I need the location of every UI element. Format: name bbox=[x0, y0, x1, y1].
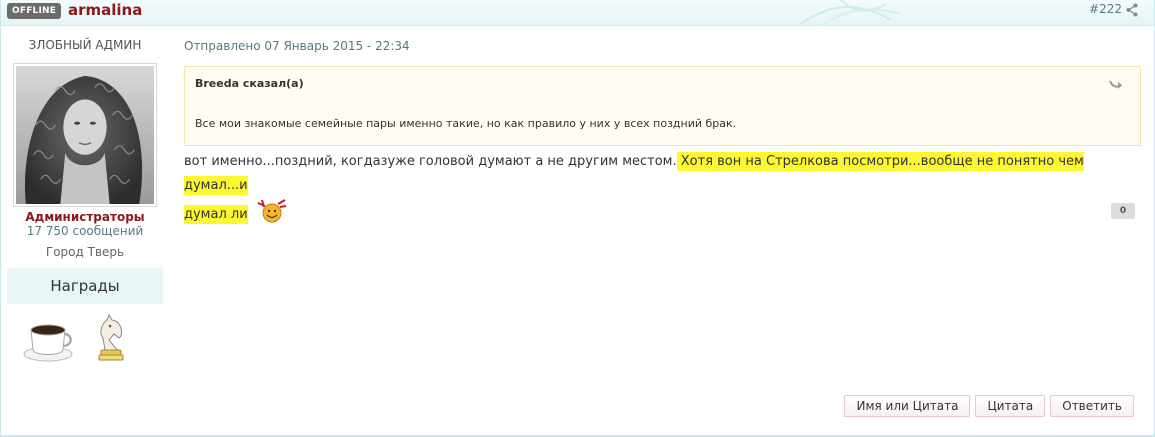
post-body: вот именно...поздний, когдазуже головой … bbox=[184, 150, 1141, 227]
view-quote-icon[interactable] bbox=[1108, 77, 1124, 91]
quote-block: Breeda сказал(а) Все мои знакомые семейн… bbox=[184, 66, 1141, 146]
post-count: 17 750 сообщений bbox=[26, 224, 144, 238]
post-actions: Имя или Цитата Цитата Ответить bbox=[839, 395, 1134, 417]
highlighted-text: думал ли bbox=[184, 205, 248, 224]
author-sidebar: ЗЛОБНЫЙ АДМИН Администраторы 17 750 сооб… bbox=[7, 36, 163, 372]
avatar[interactable] bbox=[13, 63, 157, 207]
user-group: Администраторы bbox=[25, 210, 145, 224]
quote-button[interactable]: Цитата bbox=[975, 395, 1046, 417]
chess-knight-icon[interactable] bbox=[95, 312, 127, 362]
username-link[interactable]: armalina bbox=[68, 0, 142, 20]
status-badge: OFFLINE bbox=[7, 3, 62, 19]
reply-button[interactable]: Ответить bbox=[1050, 395, 1134, 417]
coffee-cup-icon[interactable] bbox=[23, 316, 75, 362]
smiley-emoticon-icon bbox=[257, 199, 286, 223]
forum-post: OFFLINE armalina #222 ЗЛОБНЫЙ АДМИН Адми… bbox=[0, 0, 1155, 437]
quote-text: Все мои знакомые семейные пары именно та… bbox=[195, 117, 737, 130]
post-date: Отправлено 07 Январь 2015 - 22:34 bbox=[184, 39, 410, 53]
awards-list bbox=[7, 312, 163, 372]
user-city: Город Тверь bbox=[45, 245, 125, 259]
header-decoration bbox=[800, 0, 902, 26]
quote-author: Breeda сказал(а) bbox=[195, 77, 304, 90]
awards-header[interactable]: Награды bbox=[7, 268, 163, 304]
post-number-link[interactable]: #222 bbox=[1089, 2, 1122, 16]
post-header: OFFLINE armalina #222 bbox=[1, 0, 1154, 26]
post-content: Отправлено 07 Январь 2015 - 22:34 Breeda… bbox=[184, 36, 1141, 227]
multiquote-button[interactable]: Имя или Цитата bbox=[844, 395, 971, 417]
post-text: вот именно...поздний, когдазуже головой … bbox=[184, 154, 677, 169]
share-icon[interactable] bbox=[1126, 3, 1138, 17]
reputation-counter[interactable]: 0 bbox=[1111, 203, 1135, 219]
user-title: ЗЛОБНЫЙ АДМИН bbox=[28, 38, 142, 52]
